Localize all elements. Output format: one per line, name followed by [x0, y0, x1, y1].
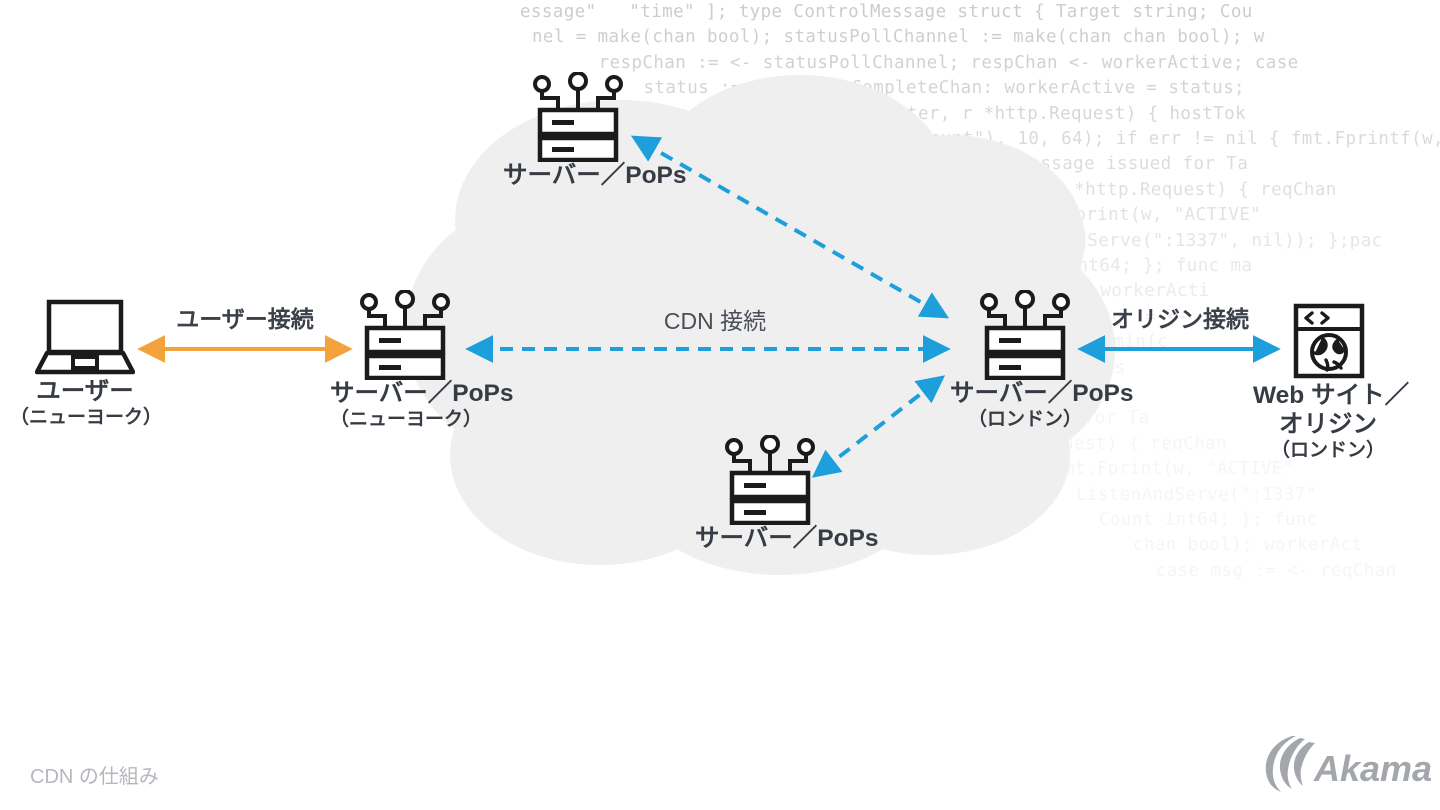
node-user-label: ユーザー	[36, 378, 134, 405]
node-pop-london-label: サーバー／PoPs	[950, 380, 1134, 407]
website-globe-icon	[1293, 303, 1365, 379]
connection-label-cdn-link: CDN 接続	[630, 302, 800, 336]
akamai-logo-mark: Akamai	[1265, 736, 1440, 792]
cdn-cloud-shape	[405, 75, 1115, 575]
node-pop-bottom-label: サーバー／PoPs	[695, 525, 879, 552]
node-origin[interactable]: Web サイト／ オリジン （ロンドン）	[1253, 300, 1410, 462]
node-pop-newyork-sublabel: （ニューヨーク）	[330, 408, 483, 430]
diagram-canvas: essage" "time" ]; type ControlMessage st…	[0, 0, 1440, 810]
node-origin-sublabel: （ロンドン）	[1270, 439, 1385, 461]
node-pop-london-sublabel: （ロンドン）	[967, 408, 1082, 430]
server-icon	[725, 435, 815, 525]
cdn-link-text: CDN 接続	[663, 308, 767, 334]
server-icon	[980, 290, 1070, 380]
akamai-wordmark: Akamai	[1313, 748, 1432, 789]
node-pop-newyork[interactable]: サーバー／PoPs （ニューヨーク）	[330, 290, 514, 431]
node-pop-london[interactable]: サーバー／PoPs （ロンドン）	[950, 290, 1134, 431]
node-user[interactable]: ユーザー （ニューヨーク）	[10, 296, 163, 429]
node-origin-label-line2: オリジン	[1279, 410, 1377, 438]
node-user-sublabel: （ニューヨーク）	[10, 406, 163, 428]
server-icon	[360, 290, 450, 380]
origin-link-text: オリジン接続	[1111, 306, 1249, 332]
user-link-text: ユーザー接続	[176, 306, 314, 332]
connection-label-origin-link: オリジン接続	[1100, 300, 1260, 334]
page-caption: CDN の仕組み	[30, 766, 159, 788]
akamai-logo: Akamai	[1262, 732, 1440, 799]
node-pop-top-label: サーバー／PoPs	[503, 162, 687, 189]
node-pop-bottom[interactable]: サーバー／PoPs	[695, 435, 879, 554]
node-pop-top[interactable]: サーバー／PoPs	[503, 72, 687, 191]
connection-label-user-link: ユーザー接続	[165, 300, 325, 334]
node-pop-newyork-label: サーバー／PoPs	[330, 380, 514, 407]
server-icon	[533, 72, 623, 162]
laptop-icon	[35, 299, 135, 375]
node-origin-label-line1: Web サイト／	[1253, 382, 1410, 409]
